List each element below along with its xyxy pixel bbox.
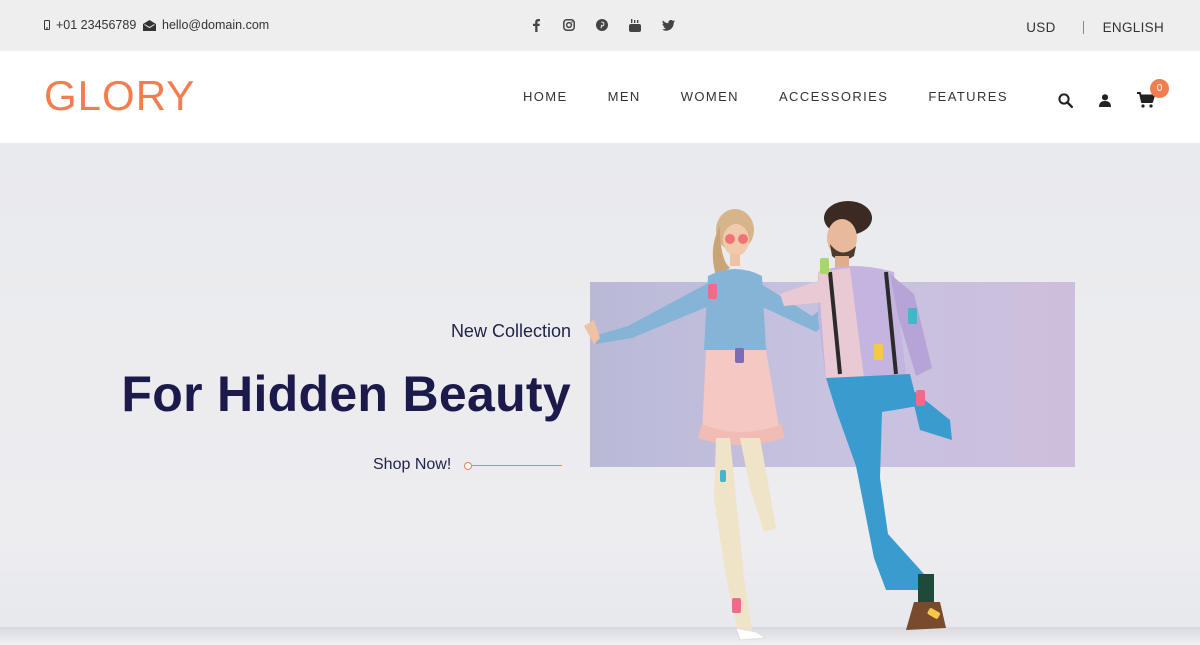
logo[interactable]: GLORY — [44, 73, 195, 119]
language-selector[interactable]: ENGLISH — [1103, 20, 1164, 35]
facebook-icon[interactable] — [528, 17, 544, 33]
phone-number: +01 23456789 — [56, 18, 137, 32]
hero-title: For Hidden Beauty — [121, 366, 571, 422]
user-icon[interactable] — [1098, 92, 1112, 108]
nav-item-men[interactable]: MEN — [608, 89, 641, 104]
currency-selector[interactable]: USD — [1026, 20, 1055, 35]
search-icon[interactable] — [1057, 92, 1073, 108]
contact-email[interactable]: hello@domain.com — [143, 18, 269, 32]
nav-item-features[interactable]: FEATURES — [928, 89, 1008, 104]
main-header: GLORY HOME MEN WOMEN ACCESSORIES FEATURE… — [0, 51, 1200, 143]
nav-item-accessories[interactable]: ACCESSORIES — [779, 89, 888, 104]
phone-icon — [44, 20, 50, 30]
hero-eyebrow: New Collection — [450, 321, 571, 341]
cta-line-decoration — [464, 461, 563, 470]
contact-phone[interactable]: +01 23456789 — [44, 18, 136, 32]
top-bar: +01 23456789 hello@domain.com USD ENGLIS… — [0, 0, 1200, 51]
nav-item-women[interactable]: WOMEN — [681, 89, 739, 104]
youtube-icon[interactable] — [627, 17, 643, 33]
shop-now-link[interactable]: Shop Now! — [373, 456, 563, 474]
social-links — [528, 17, 693, 33]
hero-banner: New Collection For Hidden Beauty Shop No… — [0, 143, 1200, 645]
cart-button[interactable]: 0 — [1136, 79, 1169, 109]
envelope-icon — [143, 19, 156, 31]
nav-item-home[interactable]: HOME — [523, 89, 568, 104]
twitter-icon[interactable] — [660, 17, 676, 33]
hero-models-image — [584, 201, 952, 641]
cart-count-badge: 0 — [1150, 79, 1169, 98]
top-right-settings: USD ENGLISH — [1026, 20, 1164, 35]
shop-now-label: Shop Now! — [373, 456, 452, 473]
divider — [1082, 21, 1084, 34]
email-address: hello@domain.com — [162, 18, 270, 32]
main-nav: HOME MEN WOMEN ACCESSORIES FEATURES — [523, 89, 1048, 104]
header-icons: 0 — [1057, 79, 1169, 109]
pinterest-icon[interactable] — [594, 17, 610, 33]
instagram-icon[interactable] — [561, 17, 577, 33]
